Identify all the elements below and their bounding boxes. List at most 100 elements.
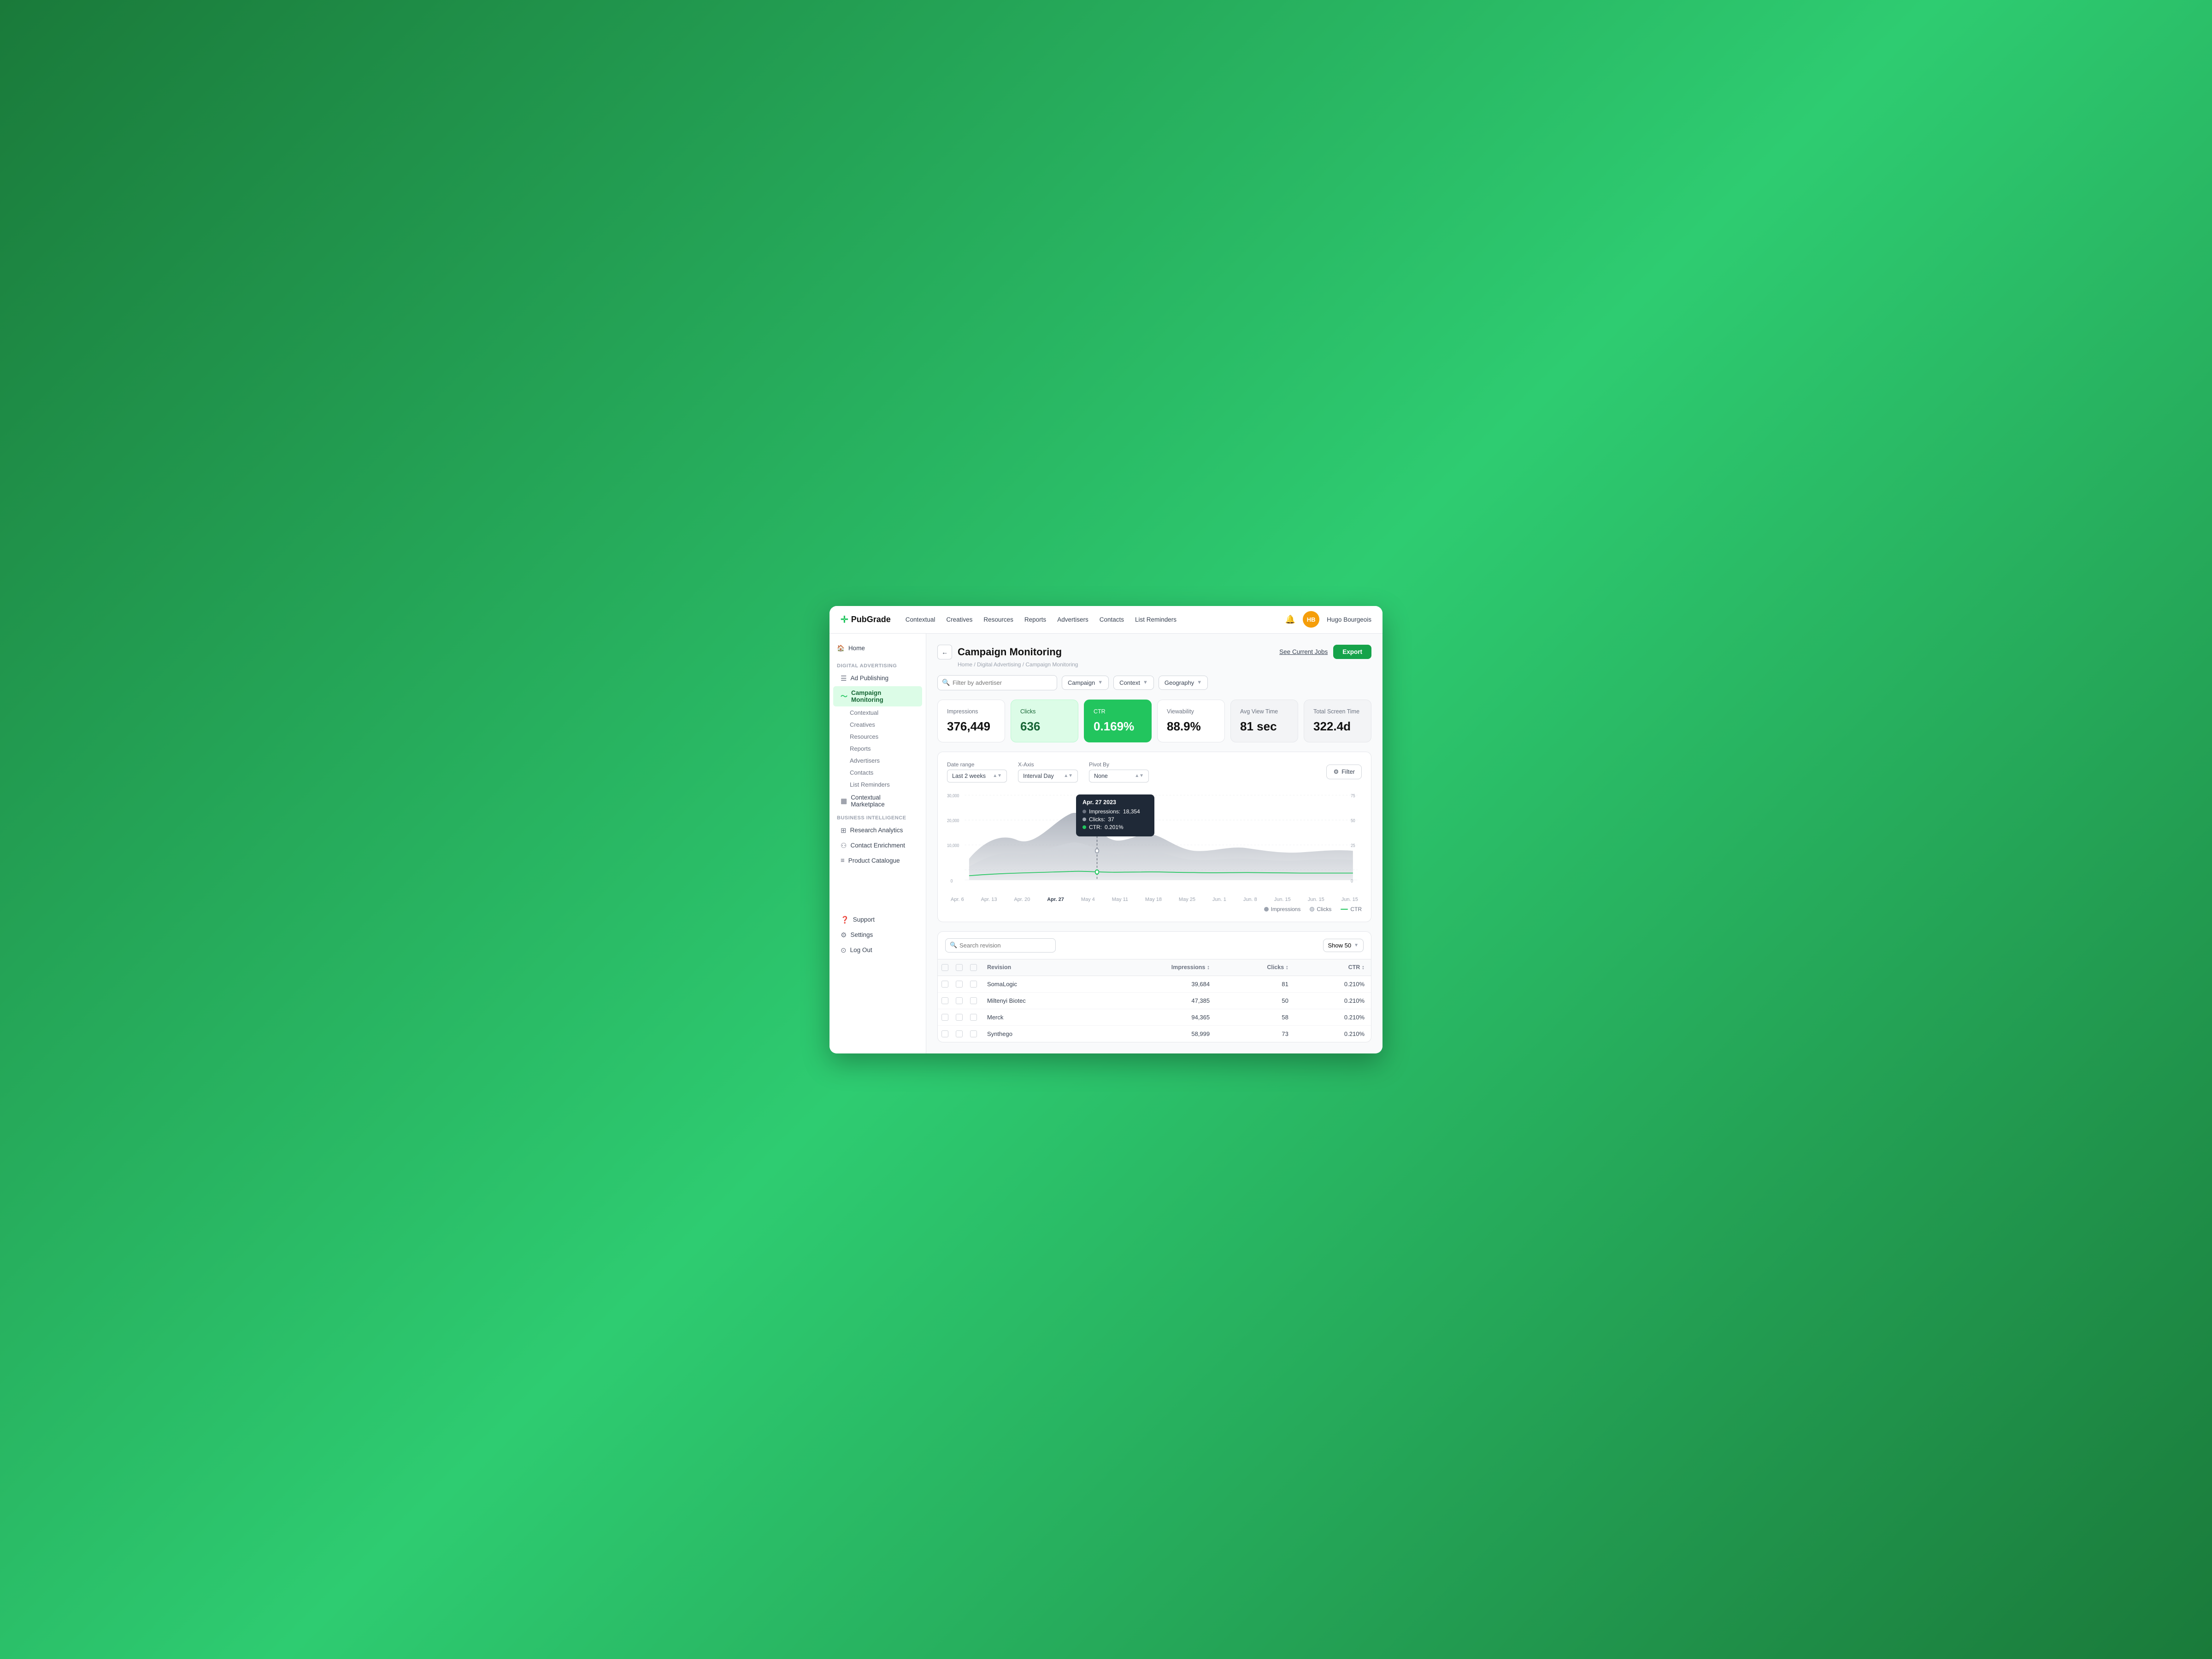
row-checkbox-2[interactable] [956,1030,963,1037]
campaign-chevron-icon: ▼ [1098,680,1103,685]
nav-reports[interactable]: Reports [1024,614,1046,625]
total-screen-time-label: Total Screen Time [1313,708,1362,715]
row-checkbox-2[interactable] [956,981,963,988]
ad-publishing-icon: ☰ [841,674,847,682]
sidebar-item-campaign-monitoring[interactable]: 〜 Campaign Monitoring [833,686,922,706]
sidebar-item-contact-enrichment[interactable]: ⚇ Contact Enrichment [833,838,922,853]
pivot-by-control: Pivot By None ▲▼ [1089,761,1149,782]
sidebar-item-support[interactable]: ❓ Support [833,912,922,927]
nav-contacts[interactable]: Contacts [1100,614,1124,625]
campaign-filter-dropdown[interactable]: Campaign ▼ [1062,676,1109,690]
viewability-value: 88.9% [1167,719,1215,734]
row-checkbox-3[interactable] [970,981,977,988]
row-checkbox-1[interactable] [941,1014,948,1021]
sidebar-item-research-analytics[interactable]: ⊞ Research Analytics [833,823,922,838]
sidebar-item-contacts[interactable]: Contacts [833,767,922,778]
campaign-filter-label: Campaign [1068,679,1095,686]
show-select[interactable]: Show 50 ▼ [1323,939,1364,952]
user-name[interactable]: Hugo Bourgeois [1327,616,1371,623]
pivot-label: Pivot By [1089,761,1149,768]
context-chevron-icon: ▼ [1143,680,1148,685]
sidebar-item-contextual[interactable]: Contextual [833,707,922,718]
sidebar-item-logout[interactable]: ⊙ Log Out [833,943,922,958]
stat-card-avg-view-time: Avg View Time 81 sec [1230,700,1298,742]
table-search-wrap: 🔍 [945,938,1056,953]
legend-ctr: CTR [1341,906,1362,912]
back-button[interactable]: ← [937,645,952,659]
row-ctr: 0.210% [1295,992,1371,1009]
sidebar-item-product-catalogue[interactable]: ≡ Product Catalogue [833,853,922,868]
sidebar-item-contextual-marketplace[interactable]: ▦ Contextual Marketplace [833,791,922,811]
legend-ctr-label: CTR [1350,906,1362,912]
th-ctr[interactable]: CTR ↕ [1295,959,1371,976]
ctr-label: CTR [1094,708,1142,715]
search-input-wrap: 🔍 [937,675,1057,690]
header-checkbox-2[interactable] [956,964,963,971]
row-impressions: 58,999 [1099,1025,1216,1042]
x-label-5: May 11 [1112,897,1128,902]
notification-bell-icon[interactable]: 🔔 [1285,615,1295,624]
show-select-chevron-icon: ▼ [1354,943,1359,948]
chart-filter-button[interactable]: ⚙ Filter [1326,765,1362,779]
geography-filter-label: Geography [1165,679,1194,686]
avg-view-time-label: Avg View Time [1240,708,1288,715]
sidebar-item-settings[interactable]: ⚙ Settings [833,928,922,942]
logo[interactable]: ✛ PubGrade [841,614,891,625]
svg-text:25: 25 [1351,843,1355,848]
revision-search-input[interactable] [945,938,1056,953]
pivot-select[interactable]: None ▲▼ [1089,770,1149,782]
user-avatar[interactable]: HB [1303,611,1319,628]
sidebar-item-list-reminders[interactable]: List Reminders [833,779,922,790]
chart-filter-label: Filter [1341,768,1355,775]
sidebar-item-resources[interactable]: Resources [833,731,922,742]
th-impressions[interactable]: Impressions ↕ [1099,959,1216,976]
header-checkbox-1[interactable] [941,964,948,971]
contextual-marketplace-icon: ▦ [841,797,847,805]
clicks-value: 636 [1020,719,1069,734]
breadcrumb: Home / Digital Advertising / Campaign Mo… [937,661,1371,668]
logo-icon: ✛ [841,614,848,625]
row-checkbox-1[interactable] [941,997,948,1004]
stats-row: Impressions 376,449 Clicks 636 CTR 0.169… [937,700,1371,742]
sidebar-campaign-label: Campaign Monitoring [851,689,915,703]
row-ctr: 0.210% [1295,1009,1371,1025]
legend-impressions-dot [1264,907,1269,912]
nav-advertisers[interactable]: Advertisers [1057,614,1088,625]
export-button[interactable]: Export [1333,645,1371,659]
sidebar-item-creatives[interactable]: Creatives [833,719,922,730]
row-checkbox-3[interactable] [970,997,977,1004]
nav-resources[interactable]: Resources [983,614,1013,625]
svg-text:20,000: 20,000 [947,818,959,824]
row-checkbox-1[interactable] [941,1030,948,1037]
th-clicks[interactable]: Clicks ↕ [1216,959,1295,976]
date-range-select[interactable]: Last 2 weeks ▲▼ [947,770,1007,782]
x-label-10: Jun. 15 [1274,897,1291,902]
sidebar-item-reports[interactable]: Reports [833,743,922,754]
x-label-3: Apr. 27 [1047,897,1064,902]
row-checkbox-1[interactable] [941,981,948,988]
see-current-jobs-link[interactable]: See Current Jobs [1279,648,1328,655]
nav-contextual[interactable]: Contextual [906,614,935,625]
row-checkbox-3[interactable] [970,1030,977,1037]
sidebar-item-home[interactable]: 🏠 Home [830,641,926,656]
context-filter-dropdown[interactable]: Context ▼ [1113,676,1154,690]
nav-creatives[interactable]: Creatives [946,614,972,625]
pivot-value: None [1094,773,1108,779]
advertiser-search-input[interactable] [937,675,1057,690]
row-checkbox-3[interactable] [970,1014,977,1021]
row-revision: SomaLogic [981,976,1099,992]
table-row: SomaLogic 39,684 81 0.210% [938,976,1371,992]
row-check-2 [952,976,966,992]
sidebar-item-ad-publishing[interactable]: ☰ Ad Publishing [833,671,922,686]
page-header: ← Campaign Monitoring See Current Jobs E… [937,645,1371,659]
chart-x-axis-labels: Apr. 6 Apr. 13 Apr. 20 Apr. 27 May 4 May… [947,897,1362,902]
row-checkbox-2[interactable] [956,997,963,1004]
stat-card-impressions: Impressions 376,449 [937,700,1005,742]
sidebar-item-advertisers[interactable]: Advertisers [833,755,922,766]
header-checkbox-3[interactable] [970,964,977,971]
nav-list-reminders[interactable]: List Reminders [1135,614,1177,625]
geography-filter-dropdown[interactable]: Geography ▼ [1159,676,1208,690]
row-checkbox-2[interactable] [956,1014,963,1021]
table-toolbar: 🔍 Show 50 ▼ [938,932,1371,959]
x-axis-select[interactable]: Interval Day ▲▼ [1018,770,1078,782]
